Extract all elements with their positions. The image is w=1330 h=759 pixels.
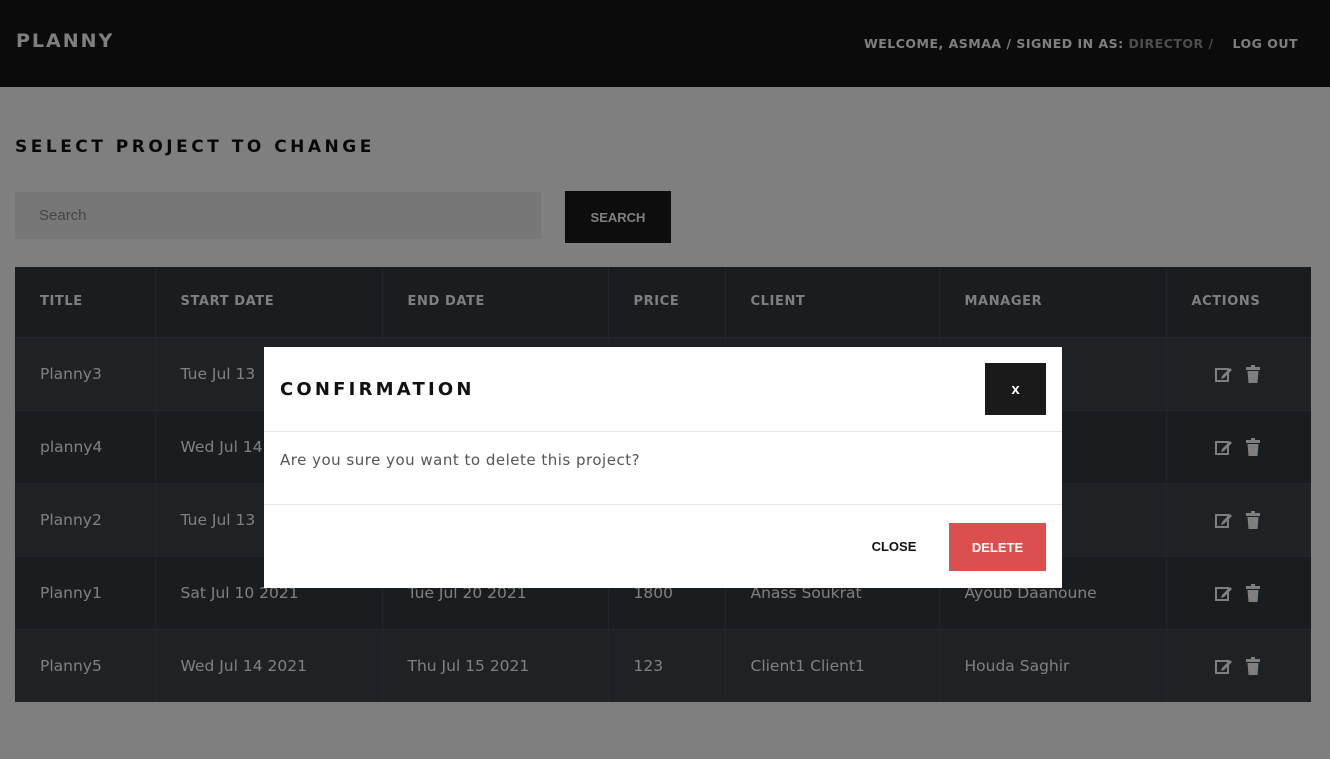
close-button[interactable]: CLOSE bbox=[868, 531, 920, 561]
modal-title: CONFIRMATION bbox=[280, 379, 475, 400]
modal-message: Are you sure you want to delete this pro… bbox=[280, 451, 641, 469]
delete-button[interactable]: DELETE bbox=[949, 523, 1046, 571]
confirmation-modal: CONFIRMATION x Are you sure you want to … bbox=[264, 347, 1062, 588]
modal-close-x-button[interactable]: x bbox=[985, 363, 1046, 415]
modal-body: Are you sure you want to delete this pro… bbox=[264, 432, 1062, 505]
modal-header: CONFIRMATION x bbox=[264, 347, 1062, 432]
